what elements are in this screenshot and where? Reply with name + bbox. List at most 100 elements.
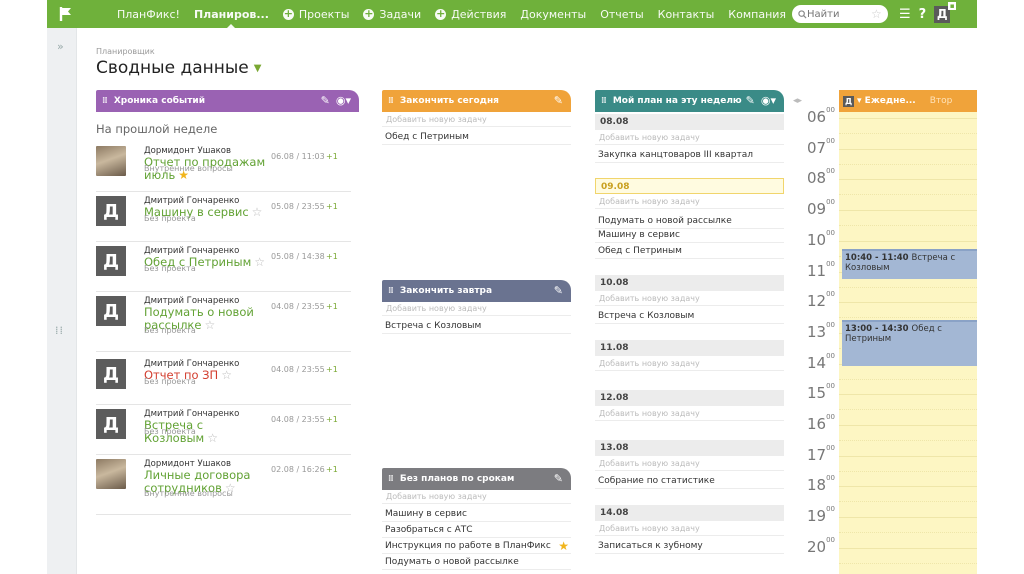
task-label[interactable]: Встреча с Козловым <box>598 311 694 321</box>
event-plus-count[interactable]: +1 <box>326 302 338 311</box>
nav-item[interactable]: ПланФикс! <box>117 8 180 21</box>
day-header[interactable]: 09.08 <box>595 178 784 194</box>
nav-item[interactable]: Компания <box>728 8 786 21</box>
add-task-input[interactable]: Добавить новую задачу <box>595 131 784 145</box>
task-label[interactable]: Обед с Петриным <box>598 246 682 256</box>
add-task-input[interactable]: Добавить новую задачу <box>595 457 784 471</box>
search-input[interactable] <box>807 8 865 20</box>
star-icon[interactable]: ☆ <box>252 205 263 219</box>
expand-chevron-icon[interactable]: » <box>57 40 64 53</box>
event-item[interactable]: Дормидонт Ушаков Личные договора сотрудни… <box>96 455 351 515</box>
day-header[interactable]: 14.08 <box>595 505 784 521</box>
page-title[interactable]: Сводные данные ▼ <box>96 58 261 78</box>
event-plus-count[interactable]: +1 <box>326 252 338 261</box>
event-plus-count[interactable]: +1 <box>326 465 338 474</box>
star-icon[interactable]: ☆ <box>871 7 882 21</box>
note-icon[interactable]: ✎ <box>746 94 755 107</box>
event-item[interactable]: Д Дмитрий Гончаренко Встреча с Козловым ☆ Бе… <box>96 405 351 455</box>
day-header[interactable]: 13.08 <box>595 440 784 456</box>
task-label[interactable]: Обед с Петриным <box>385 132 469 142</box>
nav-item[interactable]: Отчеты <box>600 8 643 21</box>
add-task-input[interactable]: Добавить новую задачу <box>382 490 571 504</box>
breadcrumb[interactable]: Планировщик <box>96 47 155 56</box>
task-label[interactable]: Закупка канцтоваров III квартал <box>598 150 753 160</box>
event-item[interactable]: Д Дмитрий Гончаренко Подумать о новой расс… <box>96 292 351 352</box>
task-label[interactable]: Собрание по статистике <box>598 476 715 486</box>
event-plus-count[interactable]: +1 <box>326 415 338 424</box>
task-item[interactable]: Записаться к зубному <box>595 538 784 554</box>
task-item[interactable]: Инструкция по работе в ПланФикс ★ <box>382 538 571 554</box>
avatar[interactable] <box>96 146 126 176</box>
drag-handle-icon[interactable]: ⁞⁞ <box>102 96 108 106</box>
eye-icon[interactable]: ◉▾ <box>336 94 351 107</box>
note-icon[interactable]: ✎ <box>321 94 330 107</box>
nav-item[interactable]: + Задачи <box>363 8 421 21</box>
question-icon[interactable]: ? <box>919 7 927 22</box>
event-item[interactable]: Д Дмитрий Гончаренко Отчет по ЗП ☆ Без проек… <box>96 355 351 405</box>
task-item[interactable]: Закупка канцтоваров III квартал <box>595 147 784 163</box>
task-label[interactable]: Инструкция по работе в ПланФикс <box>385 541 551 551</box>
avatar[interactable] <box>96 459 126 489</box>
nav-item[interactable]: Документы <box>520 8 586 21</box>
add-task-input[interactable]: Добавить новую задачу <box>595 292 784 306</box>
task-item[interactable]: Машину в сервис <box>595 227 784 243</box>
nav-item[interactable]: + Действия <box>435 8 506 21</box>
flag-icon[interactable] <box>47 0 85 28</box>
event-item[interactable]: Д Дмитрий Гончаренко Машину в сервис ☆ Без п… <box>96 192 351 242</box>
avatar[interactable]: Д <box>96 409 126 439</box>
nav-item[interactable]: Контакты <box>658 8 715 21</box>
drag-handle-icon[interactable]: ⁞⁞ <box>388 96 394 106</box>
calendar-user-badge[interactable]: Д <box>843 95 854 107</box>
task-label[interactable]: Записаться к зубному <box>598 541 703 551</box>
hamburger-icon[interactable]: ☰ <box>899 7 911 22</box>
task-item[interactable]: Встреча с Козловым <box>595 308 784 324</box>
eye-icon[interactable]: ◉▾ <box>761 94 776 107</box>
drag-handle-icon[interactable]: ⁞⁞ <box>55 325 64 336</box>
avatar[interactable]: Д <box>96 296 126 326</box>
day-header[interactable]: 11.08 <box>595 340 784 356</box>
search-box[interactable]: ☆ <box>792 5 888 23</box>
nav-item[interactable]: + Проекты <box>282 8 349 21</box>
add-task-input[interactable]: Добавить новую задачу <box>595 195 784 209</box>
nav-item[interactable]: Планиров... <box>194 8 269 29</box>
event-item[interactable]: Дормидонт Ушаков Отчет по продажам июль ★ В… <box>96 142 351 192</box>
add-task-input[interactable]: Добавить новую задачу <box>595 407 784 421</box>
task-item[interactable]: Подумать о новой рассылке <box>382 554 571 570</box>
note-icon[interactable]: ✎ <box>554 284 563 297</box>
calendar-title[interactable]: Ежедне... <box>865 96 916 106</box>
event-item[interactable]: Д Дмитрий Гончаренко Обед с Петриным ☆ Без п… <box>96 242 351 292</box>
chevron-down-icon[interactable]: ▼ <box>254 63 262 74</box>
task-label[interactable]: Встреча с Козловым <box>385 321 481 331</box>
task-item[interactable]: Машину в сервис <box>382 506 571 522</box>
task-item[interactable]: Встреча с Козловым <box>382 318 571 334</box>
calendar-second-title[interactable]: Втор <box>930 96 953 106</box>
star-icon[interactable]: ☆ <box>221 368 232 382</box>
note-icon[interactable]: ✎ <box>554 472 563 485</box>
event-plus-count[interactable]: +1 <box>326 202 338 211</box>
task-label[interactable]: Разобраться с АТС <box>385 525 473 535</box>
star-icon[interactable]: ☆ <box>254 255 265 269</box>
resize-handle-icon[interactable]: ◂▸ <box>793 96 802 106</box>
task-label[interactable]: Подумать о новой рассылке <box>385 557 519 567</box>
task-label[interactable]: Машину в сервис <box>598 230 680 240</box>
calendar-event[interactable]: 10:40 - 11:40 Встреча с Козловым <box>842 249 977 279</box>
task-item[interactable]: Собрание по статистике <box>595 473 784 489</box>
task-label[interactable]: Подумать о новой рассылке <box>598 216 732 226</box>
chevron-down-icon[interactable]: ▾ <box>857 96 862 106</box>
day-header[interactable]: 08.08 <box>595 114 784 130</box>
day-header[interactable]: 12.08 <box>595 390 784 406</box>
task-item[interactable]: Разобраться с АТС <box>382 522 571 538</box>
avatar[interactable]: Д <box>96 246 126 276</box>
drag-handle-icon[interactable]: ⁞⁞ <box>601 96 607 106</box>
day-header[interactable]: 10.08 <box>595 275 784 291</box>
add-task-input[interactable]: Добавить новую задачу <box>595 522 784 536</box>
add-task-input[interactable]: Добавить новую задачу <box>595 357 784 371</box>
task-item[interactable]: Обед с Петриным <box>382 129 571 145</box>
add-task-input[interactable]: Добавить новую задачу <box>382 113 571 127</box>
drag-handle-icon[interactable]: ⁞⁞ <box>388 474 394 484</box>
calendar-event[interactable]: 13:00 - 14:30 Обед с Петриным <box>842 320 977 366</box>
add-task-input[interactable]: Добавить новую задачу <box>382 302 571 316</box>
task-label[interactable]: Машину в сервис <box>385 509 467 519</box>
star-icon[interactable]: ☆ <box>207 431 218 445</box>
note-icon[interactable]: ✎ <box>554 94 563 107</box>
